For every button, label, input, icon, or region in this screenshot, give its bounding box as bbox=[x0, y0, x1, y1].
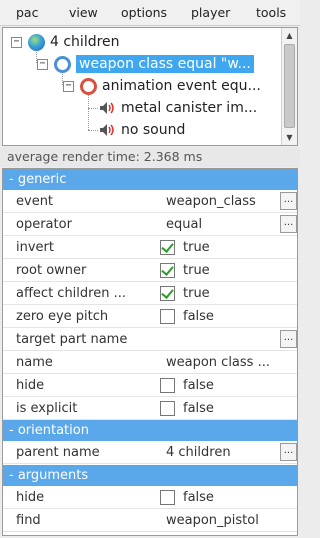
property-row-name[interactable]: name weapon class ... bbox=[3, 351, 297, 374]
tree-node-weapon-class[interactable]: − weapon class equal "w... bbox=[37, 53, 254, 75]
zero-eye-pitch-checkbox[interactable] bbox=[160, 309, 175, 324]
property-row-root-owner[interactable]: root owner true bbox=[3, 259, 297, 282]
property-value[interactable]: weapon_pistol bbox=[166, 509, 294, 532]
property-row-is-explicit[interactable]: is explicit false bbox=[3, 397, 297, 420]
property-value: true bbox=[183, 240, 210, 255]
property-row-event[interactable]: event weapon_class ... bbox=[3, 190, 297, 213]
scroll-down-arrow-icon[interactable]: ▼ bbox=[282, 130, 297, 145]
arg-hide-checkbox[interactable] bbox=[160, 490, 175, 505]
property-key: hide bbox=[16, 490, 45, 505]
invert-checkbox[interactable] bbox=[160, 240, 175, 255]
section-orientation[interactable]: - orientation bbox=[3, 420, 297, 441]
tree-node-label: animation event equ... bbox=[102, 78, 261, 94]
property-value[interactable]: equal bbox=[166, 213, 278, 236]
property-value: false bbox=[183, 401, 214, 416]
render-time-status: average render time: 2.368 ms bbox=[0, 147, 300, 167]
browse-button[interactable]: ... bbox=[280, 215, 297, 233]
tree-scrollbar[interactable]: ▲ ▼ bbox=[281, 28, 297, 145]
scroll-up-arrow-icon[interactable]: ▲ bbox=[282, 28, 297, 43]
tree-node-label: metal canister im... bbox=[121, 100, 258, 116]
property-key: event bbox=[16, 194, 54, 209]
speaker-icon bbox=[99, 101, 115, 115]
property-key: hide bbox=[16, 378, 45, 393]
collapse-toggle[interactable]: − bbox=[11, 36, 22, 48]
scroll-thumb[interactable] bbox=[284, 44, 295, 128]
property-value[interactable]: 4 children bbox=[166, 441, 278, 464]
property-row-target-part-name[interactable]: target part name ... bbox=[3, 328, 297, 351]
browse-button[interactable]: ... bbox=[280, 330, 297, 348]
property-row-arg-hide[interactable]: hide false bbox=[3, 486, 297, 509]
property-key: root owner bbox=[16, 263, 87, 278]
property-value[interactable]: weapon_class bbox=[166, 190, 278, 213]
property-key: find bbox=[16, 513, 41, 528]
root-owner-checkbox[interactable] bbox=[160, 263, 175, 278]
property-key: target part name bbox=[16, 332, 128, 347]
property-key: invert bbox=[16, 240, 54, 255]
property-value: false bbox=[183, 490, 214, 505]
menu-player[interactable]: player bbox=[191, 0, 230, 26]
property-value: false bbox=[183, 309, 214, 324]
browse-button[interactable]: ... bbox=[280, 192, 297, 210]
property-value: false bbox=[183, 378, 214, 393]
property-row-invert[interactable]: invert true bbox=[3, 236, 297, 259]
property-grid: - generic event weapon_class ... operato… bbox=[2, 168, 298, 536]
speaker-icon bbox=[99, 123, 115, 137]
tree-node-label: 4 children bbox=[50, 34, 120, 50]
affect-children-checkbox[interactable] bbox=[160, 286, 175, 301]
property-row-hide[interactable]: hide false bbox=[3, 374, 297, 397]
property-key: operator bbox=[16, 217, 72, 232]
tree-connector bbox=[88, 130, 98, 131]
section-arguments[interactable]: - arguments bbox=[3, 465, 297, 486]
section-generic[interactable]: - generic bbox=[3, 169, 297, 190]
menu-view[interactable]: view bbox=[69, 0, 98, 26]
property-key: affect children ... bbox=[16, 286, 126, 301]
property-row-zero-eye-pitch[interactable]: zero eye pitch false bbox=[3, 305, 297, 328]
property-value: true bbox=[183, 263, 210, 278]
property-row-affect-children[interactable]: affect children ... true bbox=[3, 282, 297, 305]
menu-options[interactable]: options bbox=[121, 0, 167, 26]
menu-bar: pac view options player tools bbox=[0, 0, 300, 26]
collapse-toggle[interactable]: − bbox=[37, 58, 48, 70]
tree-connector bbox=[88, 94, 89, 130]
tree-node-label: no sound bbox=[121, 122, 186, 138]
property-row-operator[interactable]: operator equal ... bbox=[3, 213, 297, 236]
globe-icon bbox=[28, 33, 45, 51]
event-clock-icon bbox=[80, 77, 97, 95]
collapse-toggle[interactable]: − bbox=[63, 80, 74, 92]
menu-pac[interactable]: pac bbox=[16, 0, 38, 26]
tree-node-label: weapon class equal "w... bbox=[76, 55, 254, 73]
property-row-find[interactable]: find weapon_pistol bbox=[3, 509, 297, 532]
tree-connector bbox=[88, 108, 98, 109]
tree-node-root[interactable]: − 4 children bbox=[11, 31, 120, 53]
is-explicit-checkbox[interactable] bbox=[160, 401, 175, 416]
tree-node-sound-1[interactable]: metal canister im... bbox=[99, 97, 257, 119]
property-value: true bbox=[183, 286, 210, 301]
event-clock-icon bbox=[54, 55, 71, 73]
outliner-tree[interactable]: − 4 children − weapon class equal "w... … bbox=[2, 27, 298, 146]
browse-button[interactable]: ... bbox=[280, 443, 297, 461]
tree-node-sound-2[interactable]: no sound bbox=[99, 119, 185, 141]
property-row-parent-name[interactable]: parent name 4 children ... bbox=[3, 441, 297, 464]
menu-tools[interactable]: tools bbox=[256, 0, 286, 26]
property-key: is explicit bbox=[16, 401, 78, 416]
tree-node-animation-event[interactable]: − animation event equ... bbox=[63, 75, 261, 97]
property-value[interactable]: weapon class ... bbox=[166, 351, 294, 374]
property-key: name bbox=[16, 355, 53, 370]
property-key: parent name bbox=[16, 445, 100, 460]
hide-checkbox[interactable] bbox=[160, 378, 175, 393]
property-key: zero eye pitch bbox=[16, 309, 109, 324]
